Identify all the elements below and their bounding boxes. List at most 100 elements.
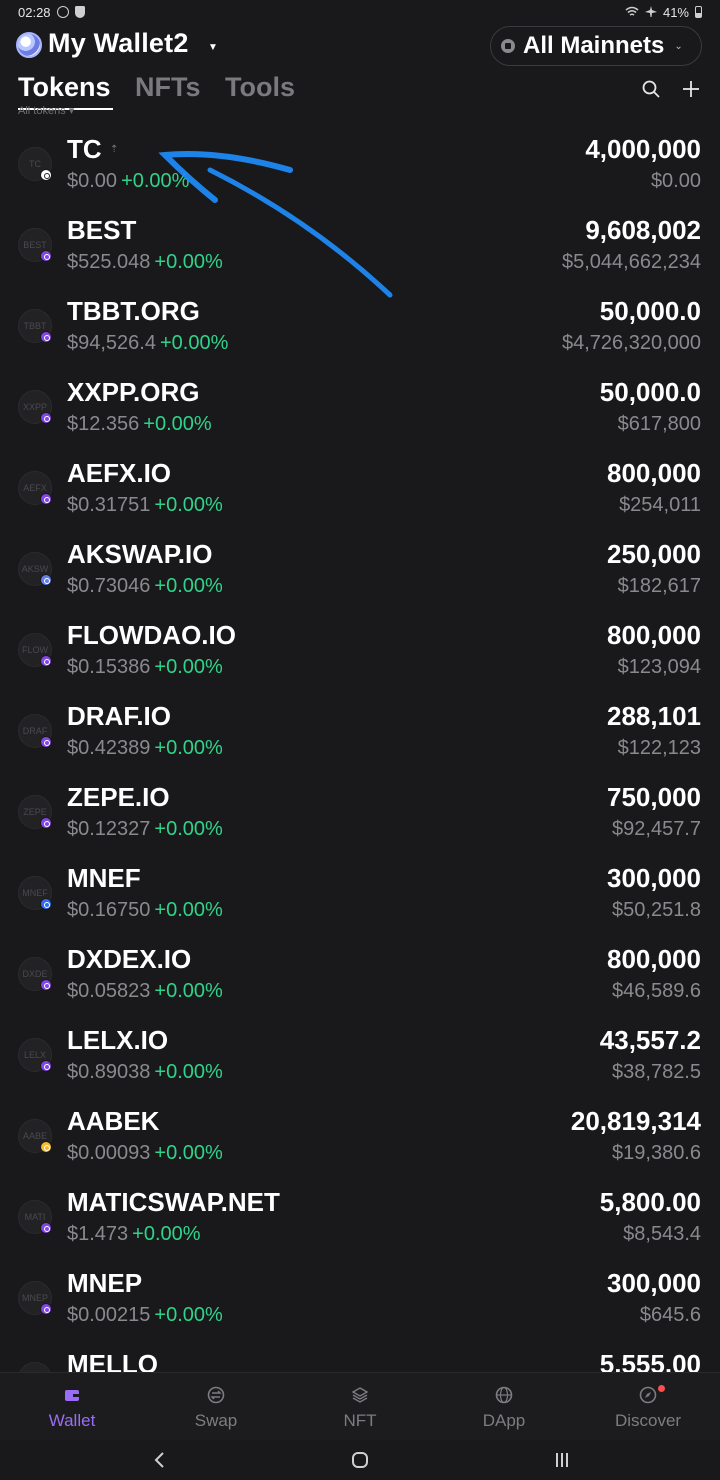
nav-item-dapp[interactable]: DApp	[444, 1381, 564, 1431]
token-logo-text: LELX	[23, 1050, 47, 1060]
token-logo-text: TBBT	[23, 321, 47, 331]
token-price-line: $0.42389 +0.00%	[67, 737, 223, 760]
chain-badge-icon	[40, 898, 52, 910]
recents-icon[interactable]	[552, 1450, 572, 1470]
token-amount: 300,000	[607, 863, 701, 893]
token-row[interactable]: TBBT TBBT.ORG $94,526.4 +0.00% 50,000.0 $4,72…	[0, 282, 720, 363]
token-row[interactable]: MNEF MNEF $0.16750 +0.00% 300,000 $50,251.8	[0, 849, 720, 930]
token-row[interactable]: AKSW AKSWAP.IO $0.73046 +0.00% 250,000 $182,6…	[0, 525, 720, 606]
token-row[interactable]: DXDE DXDEX.IO $0.05823 +0.00% 800,000 $46,589…	[0, 930, 720, 1011]
token-row[interactable]: TC TC ⇡ $0.00 +0.00% 4,000,000 $0.00	[0, 120, 720, 201]
token-logo-text: FLOW	[22, 645, 48, 655]
token-price: $94,526.4	[67, 332, 156, 354]
token-row[interactable]: XXPP XXPP.ORG $12.356 +0.00% 50,000.0 $617,80…	[0, 363, 720, 444]
token-value: $50,251.8	[612, 899, 701, 921]
token-row[interactable]: AEFX AEFX.IO $0.31751 +0.00% 800,000 $254,011	[0, 444, 720, 525]
discover-icon	[639, 1386, 657, 1404]
token-amount: 50,000.0	[599, 296, 701, 326]
token-value: $645.6	[639, 1304, 701, 1326]
token-price: $0.16750	[67, 899, 151, 921]
token-logo-text: AKSW	[21, 564, 49, 574]
token-row[interactable]: FLOW FLOWDAO.IO $0.15386 +0.00% 800,000 $123,…	[0, 606, 720, 687]
token-value: $4,726,320,000	[561, 332, 701, 354]
token-price-line: $0.00215 +0.00%	[67, 1304, 223, 1327]
nav-label: Discover	[614, 1411, 682, 1430]
bottom-nav: Wallet Swap NFT DApp Discover	[0, 1372, 720, 1440]
nav-item-nft[interactable]: NFT	[300, 1381, 420, 1431]
token-price: $0.31751	[67, 494, 151, 516]
token-change: +0.00%	[154, 494, 223, 516]
token-change: +0.00%	[154, 899, 223, 921]
token-row[interactable]: ZEPE ZEPE.IO $0.12327 +0.00% 750,000 $92,457.…	[0, 768, 720, 849]
token-value: $5,044,662,234	[561, 251, 701, 273]
swap-icon	[207, 1386, 225, 1404]
wallet-name[interactable]: My Wallet2	[48, 28, 189, 59]
nav-label: DApp	[482, 1411, 526, 1430]
token-amount: 250,000	[607, 539, 701, 569]
token-price-line: $0.00 +0.00%	[67, 170, 189, 193]
add-token-icon[interactable]	[681, 79, 701, 99]
token-amount: 43,557.2	[599, 1025, 701, 1055]
token-price-line: $0.73046 +0.00%	[67, 575, 223, 598]
chevron-down-icon: ⌄	[674, 40, 683, 52]
token-row[interactable]: LELX LELX.IO $0.89038 +0.00% 43,557.2 $38,782…	[0, 1011, 720, 1092]
token-row[interactable]: MATI MATICSWAP.NET $1.473 +0.00% 5,800.00 $8,…	[0, 1173, 720, 1254]
token-logo-text: MNEP	[21, 1293, 48, 1303]
token-logo-text: BEST	[23, 240, 47, 250]
token-row[interactable]: BEST BEST $525.048 +0.00% 9,608,002 $5,044,66…	[0, 201, 720, 282]
chain-badge-icon	[40, 1222, 52, 1234]
token-row[interactable]: MNEP MNEP $0.00215 +0.00% 300,000 $645.6	[0, 1254, 720, 1335]
token-change: +0.00%	[154, 1304, 223, 1326]
token-price-line: $0.15386 +0.00%	[67, 656, 223, 679]
token-symbol: AEFX.IO	[67, 458, 172, 488]
token-amount: 4,000,000	[585, 134, 701, 164]
tab-nfts[interactable]: NFTs	[135, 72, 201, 103]
nav-item-discover[interactable]: Discover	[588, 1381, 708, 1431]
back-icon[interactable]	[150, 1450, 170, 1470]
token-amount: 800,000	[607, 620, 701, 650]
notification-dot	[658, 1385, 665, 1392]
wallet-avatar[interactable]	[16, 32, 42, 58]
token-price: $0.00093	[67, 1142, 151, 1164]
chain-badge-icon	[40, 655, 52, 667]
battery-percent: 41%	[662, 4, 689, 20]
tab-tokens[interactable]: Tokens	[18, 72, 111, 103]
token-price-line: $0.00093 +0.00%	[67, 1142, 223, 1165]
token-price: $0.42389	[67, 737, 151, 759]
wallet-icon	[65, 1390, 79, 1401]
nav-item-wallet[interactable]: Wallet	[12, 1381, 132, 1431]
battery-icon	[695, 6, 702, 18]
tab-tools[interactable]: Tools	[225, 72, 295, 103]
nav-item-swap[interactable]: Swap	[156, 1381, 276, 1431]
token-amount: 5,800.00	[599, 1187, 701, 1217]
token-row[interactable]: AABE AABEK $0.00093 +0.00% 20,819,314 $19,380…	[0, 1092, 720, 1173]
token-value: $46,589.6	[612, 980, 701, 1002]
dapp-icon	[495, 1386, 513, 1404]
chain-badge-icon	[40, 493, 52, 505]
home-icon[interactable]	[350, 1450, 370, 1470]
token-list: TC TC ⇡ $0.00 +0.00% 4,000,000 $0.00 BEST BEST $5…	[0, 120, 720, 1372]
token-price-line: $12.356 +0.00%	[67, 413, 212, 436]
chevron-down-icon[interactable]: ▼	[208, 42, 218, 53]
token-symbol: MELLO	[67, 1349, 158, 1372]
token-logo-text: DRAF	[22, 726, 48, 736]
search-icon[interactable]	[642, 80, 660, 98]
all-tokens-filter[interactable]: All tokens ▾	[18, 104, 74, 117]
token-price: $0.15386	[67, 656, 151, 678]
token-value: $182,617	[617, 575, 701, 597]
network-selector[interactable]: All Mainnets ⌄	[490, 26, 702, 66]
token-amount: 750,000	[607, 782, 701, 812]
nav-label: Swap	[194, 1411, 238, 1430]
token-value: $123,094	[617, 656, 701, 678]
token-price: $0.89038	[67, 1061, 151, 1083]
token-row[interactable]: DRAF DRAF.IO $0.42389 +0.00% 288,101 $122,123	[0, 687, 720, 768]
token-price: $525.048	[67, 251, 151, 273]
token-change: +0.00%	[132, 1223, 201, 1245]
token-change: +0.00%	[154, 656, 223, 678]
shield-icon	[74, 6, 85, 18]
token-logo-text: ZEPE	[23, 807, 47, 817]
token-logo-text: DXDE	[22, 969, 48, 979]
token-row[interactable]: MELL MELLO 5,555.00	[0, 1335, 720, 1372]
nav-label: NFT	[343, 1411, 377, 1430]
token-price: $12.356	[67, 413, 140, 435]
